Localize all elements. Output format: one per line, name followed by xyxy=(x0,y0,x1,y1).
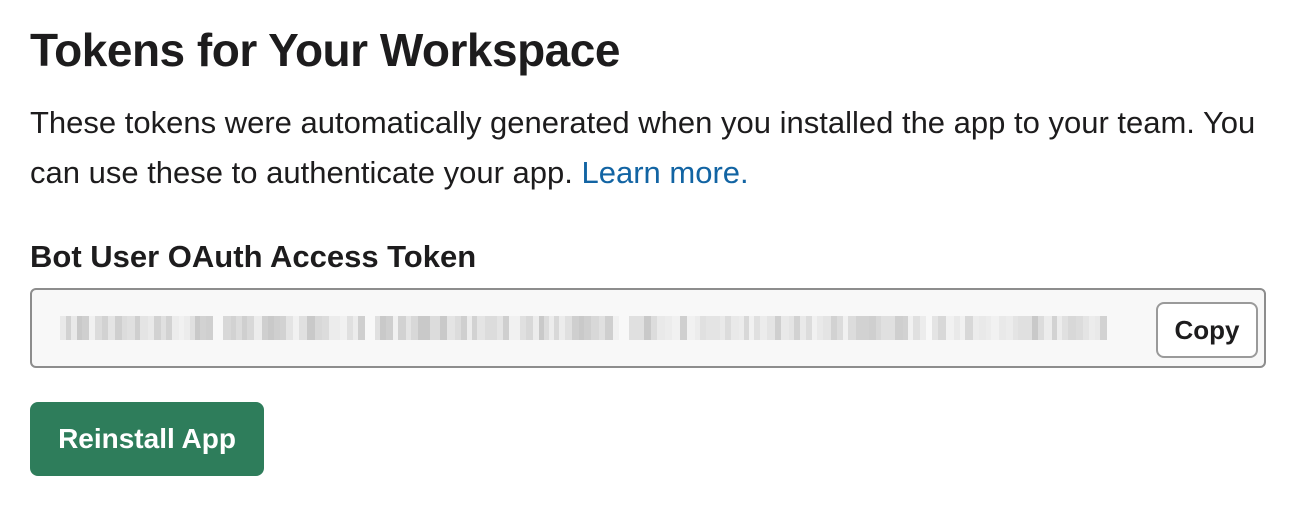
page-title: Tokens for Your Workspace xyxy=(30,24,620,76)
page-description: These tokens were automatically generate… xyxy=(30,98,1270,198)
reinstall-app-button[interactable]: Reinstall App xyxy=(30,402,264,476)
copy-button[interactable]: Copy xyxy=(1156,302,1258,358)
token-field-label: Bot User OAuth Access Token xyxy=(30,239,477,274)
token-field[interactable]: Copy xyxy=(30,288,1266,368)
learn-more-link[interactable]: Learn more. xyxy=(582,155,749,190)
obscured-token-value xyxy=(60,316,1158,340)
